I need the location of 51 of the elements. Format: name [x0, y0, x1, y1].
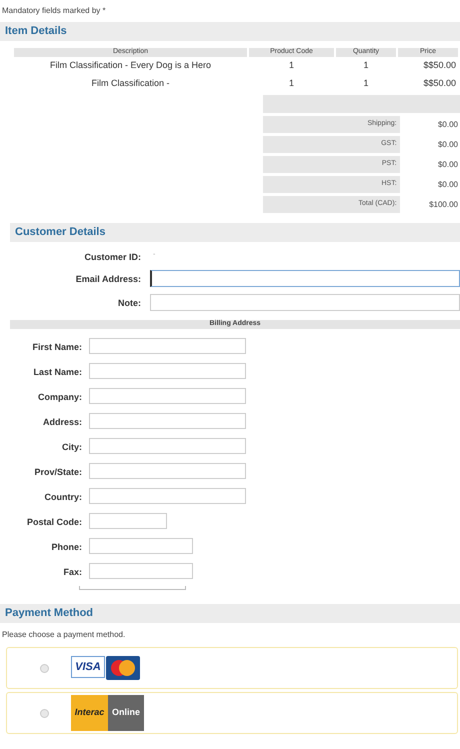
total-value: $0.00 — [438, 138, 458, 150]
field-label: Note: — [118, 298, 141, 308]
table-cell-text: $$50.00 — [423, 77, 456, 90]
text-field[interactable] — [89, 538, 193, 554]
online-label: Online — [108, 695, 144, 731]
field-label: Postal Code: — [26, 516, 82, 526]
field-label: Company: — [38, 392, 82, 402]
text-field[interactable] — [89, 438, 246, 454]
table-cell-text: 1 — [363, 59, 368, 72]
mandatory-note: Mandatory fields marked by * — [2, 6, 106, 15]
total-value: $0.00 — [438, 118, 458, 130]
text-field[interactable] — [89, 462, 246, 478]
table-cell-text: $$50.00 — [423, 59, 456, 72]
text-field[interactable] — [89, 562, 193, 578]
field-label: Country: — [44, 492, 82, 502]
field-label: First Name: — [32, 342, 82, 352]
text-field[interactable] — [89, 388, 246, 404]
total-value: $100.00 — [429, 198, 458, 210]
text-field[interactable] — [150, 294, 460, 310]
text-field[interactable] — [150, 270, 460, 286]
field-label: Phone: — [52, 542, 82, 552]
field-label: City: — [62, 442, 82, 452]
field-label: Customer ID: — [84, 252, 141, 262]
text-field[interactable] — [89, 362, 246, 378]
table-cell-text: Film Classification - — [91, 77, 170, 90]
section-header: Item Details — [0, 22, 460, 41]
total-value: $0.00 — [438, 158, 458, 170]
table-cell-text: 1 — [363, 77, 368, 90]
mastercard-logo — [106, 656, 140, 680]
section-header: Payment Method — [0, 604, 460, 623]
table-cell-text: Film Classification - Every Dog is a Hero — [50, 59, 212, 72]
field-label: Fax: — [63, 566, 82, 576]
field-label: Email Address: — [76, 274, 141, 284]
payment-prompt: Please choose a payment method. — [2, 629, 126, 641]
visa-logo: VISA — [71, 656, 105, 678]
text-field[interactable] — [89, 412, 246, 428]
interac-logo: Interac — [71, 695, 108, 731]
total-value: $0.00 — [438, 178, 458, 190]
text-field[interactable] — [89, 488, 246, 504]
section-header: Customer Details — [10, 223, 460, 242]
payment-option[interactable]: Interac Online — [6, 692, 458, 734]
table-cell-text: 1 — [288, 77, 294, 90]
text-field[interactable] — [89, 512, 167, 528]
field-label: Last Name: — [33, 366, 82, 376]
payment-option[interactable]: VISA — [6, 647, 458, 689]
table-cell-text: 1 — [288, 59, 294, 72]
radio-button[interactable] — [40, 708, 49, 718]
field-label: Prov/State: — [34, 466, 82, 476]
text-field[interactable] — [89, 338, 246, 354]
field-label: Address: — [42, 416, 82, 426]
radio-button[interactable] — [40, 664, 49, 672]
